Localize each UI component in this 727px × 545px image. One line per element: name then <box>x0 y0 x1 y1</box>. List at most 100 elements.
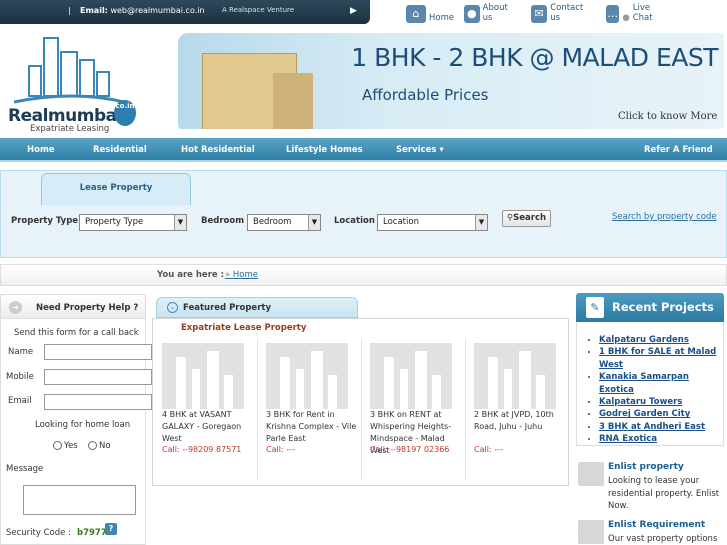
loan-no-radio[interactable]: No <box>88 441 111 451</box>
property-card[interactable]: 3 BHK for Rent in Krishna Complex - Vile… <box>258 339 362 479</box>
property-title[interactable]: 2 BHK at JVPD, 10th Road, Juhu - Juhu <box>474 409 570 433</box>
dropdown-arrow-icon: ▼ <box>174 215 186 230</box>
help-question-icon[interactable]: ? <box>105 523 117 535</box>
building-image <box>273 73 313 129</box>
property-call: Call: --98209 87571 <box>162 445 242 454</box>
top-link-label: About us <box>482 3 508 23</box>
top-link-about[interactable]: ● About us <box>464 3 512 23</box>
property-title[interactable]: 4 BHK at VASANT GALAXY - Goregaon West <box>162 409 258 445</box>
email-field[interactable] <box>44 394 152 410</box>
recent-project-link[interactable]: Kalpataru Gardens <box>599 334 723 346</box>
chat-icon: … <box>606 5 620 23</box>
enlist-requirement-link[interactable]: Enlist Requirement <box>608 520 705 530</box>
logo-tagline: Expatriate Leasing <box>30 124 110 134</box>
property-image-placeholder <box>370 343 452 409</box>
top-link-home[interactable]: ⌂ Home <box>406 3 454 23</box>
enlist-property-text: Looking to lease your residential proper… <box>608 476 720 511</box>
recent-projects-list: Kalpataru Gardens 1 BHK for SALE at Mala… <box>576 322 724 446</box>
contact-strip: | Email: web@realmumbai.co.in A Realspac… <box>0 0 370 24</box>
featured-subtitle: Expatriate Lease Property <box>181 323 307 333</box>
enlist-requirement-block: Enlist Requirement Our vast property opt… <box>578 520 724 545</box>
breadcrumb-label: You are here : <box>157 270 225 280</box>
radio-label: No <box>99 441 111 451</box>
location-select[interactable]: Location ▼ <box>377 214 488 231</box>
message-textarea[interactable] <box>23 485 136 515</box>
recent-project-link[interactable]: Kanakia Samarpan Exotica <box>599 371 723 396</box>
recent-project-link[interactable]: Kalpataru Towers <box>599 396 723 408</box>
recent-project-link[interactable]: Godrej Garden City <box>599 408 723 420</box>
property-type-select[interactable]: Property Type ▼ <box>79 214 187 231</box>
property-card[interactable]: 3 BHK on RENT at Whispering Heights- Min… <box>362 339 466 479</box>
venture-text: A Realspace Venture <box>222 6 295 14</box>
location-label: Location : <box>334 216 382 226</box>
main-nav: Home Residential Hot Residential Lifesty… <box>0 138 727 162</box>
chevron-down-icon: ⌄ <box>167 302 178 313</box>
loan-yes-radio[interactable]: Yes <box>53 441 78 451</box>
help-title: Need Property Help ? <box>36 303 139 313</box>
top-link-contact[interactable]: ✉ Contact us <box>531 3 587 23</box>
nav-item-residential[interactable]: Residential <box>93 145 147 155</box>
recent-project-link[interactable]: 1 BHK for SALE at Malad West <box>599 346 723 371</box>
property-title[interactable]: 3 BHK for Rent in Krishna Complex - Vile… <box>266 409 362 445</box>
top-link-label: Home <box>429 13 455 23</box>
nav-item-home[interactable]: Home <box>27 145 55 155</box>
play-arrow-icon[interactable]: ▶ <box>350 6 357 16</box>
email-info: Email: web@realmumbai.co.in <box>80 6 205 15</box>
select-value: Property Type <box>85 217 144 227</box>
property-image-placeholder <box>266 343 348 409</box>
name-label: Name <box>8 347 34 357</box>
nav-item-lifestyle-homes[interactable]: Lifestyle Homes <box>286 145 363 155</box>
nav-item-hot-residential[interactable]: Hot Residential <box>181 145 255 155</box>
banner-headline: 1 BHK - 2 BHK @ MALAD EAST <box>351 43 718 72</box>
site-logo[interactable]: Realmumbai co.in Expatriate Leasing <box>0 28 150 136</box>
name-field[interactable] <box>44 344 152 360</box>
breadcrumb-home-link[interactable]: » Home <box>225 270 258 280</box>
arrow-right-icon: ➔ <box>9 301 22 314</box>
mobile-field[interactable] <box>44 369 152 385</box>
breadcrumb-home-label: Home <box>232 270 259 280</box>
security-code-label: Security Code : <box>6 528 71 538</box>
property-call: Call: --- <box>474 445 503 454</box>
top-bar: | Email: web@realmumbai.co.in A Realspac… <box>0 0 727 26</box>
separator: | <box>68 6 71 15</box>
property-card[interactable]: 4 BHK at VASANT GALAXY - Goregaon West C… <box>154 339 258 479</box>
property-card[interactable]: 2 BHK at JVPD, 10th Road, Juhu - Juhu Ca… <box>466 339 570 479</box>
enlist-property-block: Enlist property Looking to lease your re… <box>578 462 724 512</box>
enlist-property-link[interactable]: Enlist property <box>608 462 684 472</box>
recent-project-link[interactable]: 3 BHK at Andheri East <box>599 421 723 433</box>
logo-domain-badge: co.in <box>114 100 136 126</box>
property-call: Call: --98197 02366 <box>370 445 450 454</box>
tab-lease-property[interactable]: Lease Property <box>41 173 191 205</box>
email-label: Email <box>8 396 32 406</box>
top-link-label: Live Chat <box>632 3 653 23</box>
arrow-icon: » <box>225 270 233 280</box>
recent-projects-header: ✎ Recent Projects <box>576 293 724 322</box>
message-label: Message <box>6 464 44 474</box>
email-label: Email: <box>80 6 108 15</box>
radio-icon <box>53 441 62 450</box>
property-image-placeholder <box>162 343 244 409</box>
promo-banner[interactable]: 1 BHK - 2 BHK @ MALAD EAST Affordable Pr… <box>178 33 724 129</box>
tab-featured-property[interactable]: ⌄ Featured Property <box>156 297 358 318</box>
pencil-note-icon: ✎ <box>586 297 604 318</box>
banner-cta[interactable]: Click to know More <box>618 111 717 122</box>
email-value[interactable]: web@realmumbai.co.in <box>110 6 204 15</box>
logo-wordmark: Realmumbai <box>8 106 122 126</box>
property-help-form: ➔ Need Property Help ? Send this form fo… <box>0 294 152 545</box>
clipboard-icon <box>578 520 604 544</box>
nav-item-services[interactable]: Services ▾ <box>396 145 444 155</box>
recent-project-link[interactable]: RNA Exotica <box>599 433 723 445</box>
bedroom-select[interactable]: Bedroom ▼ <box>247 214 321 231</box>
search-by-code-link[interactable]: Search by property code <box>612 212 717 222</box>
security-code: b7977 <box>77 528 107 538</box>
person-icon: ● <box>464 5 480 23</box>
house-icon <box>578 462 604 486</box>
nav-item-refer-a-friend[interactable]: Refer A Friend <box>644 145 713 155</box>
search-button[interactable]: ⚲Search <box>502 210 551 227</box>
property-image-placeholder <box>474 343 556 409</box>
help-header: ➔ Need Property Help ? <box>1 295 145 319</box>
recent-projects-title: Recent Projects <box>612 300 714 314</box>
dropdown-arrow-icon: ▼ <box>308 215 320 230</box>
top-link-live-chat[interactable]: … ● Live Chat <box>606 3 659 23</box>
status-dot-icon: ● <box>622 13 630 23</box>
